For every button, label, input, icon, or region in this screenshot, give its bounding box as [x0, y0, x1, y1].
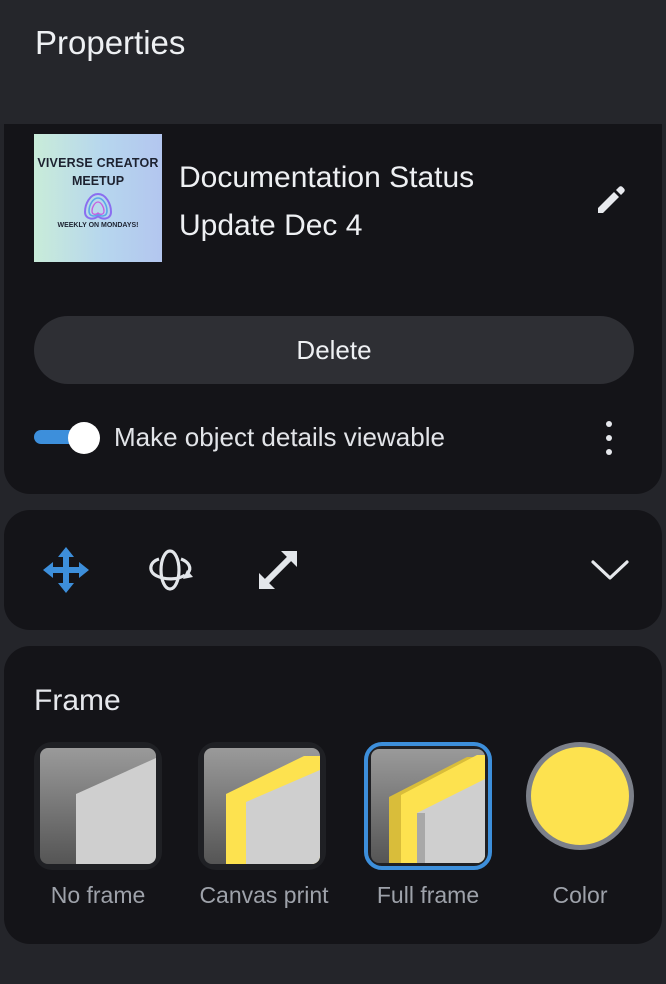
move-icon	[43, 547, 89, 593]
properties-header: Properties	[0, 0, 666, 124]
kebab-dot	[606, 435, 612, 441]
object-title: Documentation Status Update Dec 4	[179, 161, 475, 242]
rotate-icon	[149, 549, 193, 591]
full-frame-icon	[371, 749, 485, 863]
edit-title-button[interactable]	[588, 178, 632, 222]
thumbnail-line-3: WEEKLY ON MONDAYS!	[57, 222, 139, 229]
frame-option-label: No frame	[50, 882, 146, 908]
scale-icon	[259, 551, 297, 589]
frame-option-label: Full frame	[376, 882, 480, 908]
transform-tools-card	[4, 510, 662, 630]
object-thumbnail[interactable]: VIVERSE CREATOR MEETUP WEEKLY ON MONDAYS…	[34, 134, 162, 262]
scale-tool-button[interactable]	[250, 544, 306, 596]
frame-option-full-frame[interactable]	[364, 742, 492, 870]
kebab-dot	[606, 421, 612, 427]
viverse-logo-icon	[83, 192, 113, 220]
move-tool-button[interactable]	[38, 544, 94, 596]
object-card: VIVERSE CREATOR MEETUP WEEKLY ON MONDAYS…	[4, 124, 662, 494]
pencil-icon	[598, 186, 625, 213]
details-viewable-toggle[interactable]	[34, 422, 100, 456]
rotate-tool-button[interactable]	[142, 544, 198, 596]
frame-option-label: Color	[552, 882, 608, 908]
canvas-print-preview	[204, 748, 320, 864]
kebab-dot	[606, 449, 612, 455]
frame-section-title: Frame	[34, 684, 121, 717]
canvas-print-icon	[204, 748, 320, 864]
thumbnail-line-1: VIVERSE CREATOR	[37, 156, 159, 170]
expand-tools-button[interactable]	[586, 548, 634, 592]
frame-option-no-frame[interactable]	[34, 742, 162, 870]
toggle-knob	[68, 422, 100, 454]
more-options-icon[interactable]	[594, 418, 624, 458]
chevron-down-icon	[591, 560, 629, 580]
no-frame-icon	[40, 748, 156, 864]
thumbnail-line-2: MEETUP	[71, 174, 125, 188]
frame-option-label: Canvas print	[199, 882, 329, 908]
page-title: Properties	[35, 24, 186, 61]
delete-button[interactable]: Delete	[34, 316, 634, 384]
frame-color-swatch[interactable]	[526, 742, 634, 850]
frame-card: Frame No frame Canvas print Full frame C…	[4, 646, 662, 944]
frame-option-canvas-print[interactable]	[198, 742, 326, 870]
full-frame-preview	[371, 749, 485, 863]
no-frame-preview	[40, 748, 156, 864]
toggle-label: Make object details viewable	[114, 422, 445, 452]
